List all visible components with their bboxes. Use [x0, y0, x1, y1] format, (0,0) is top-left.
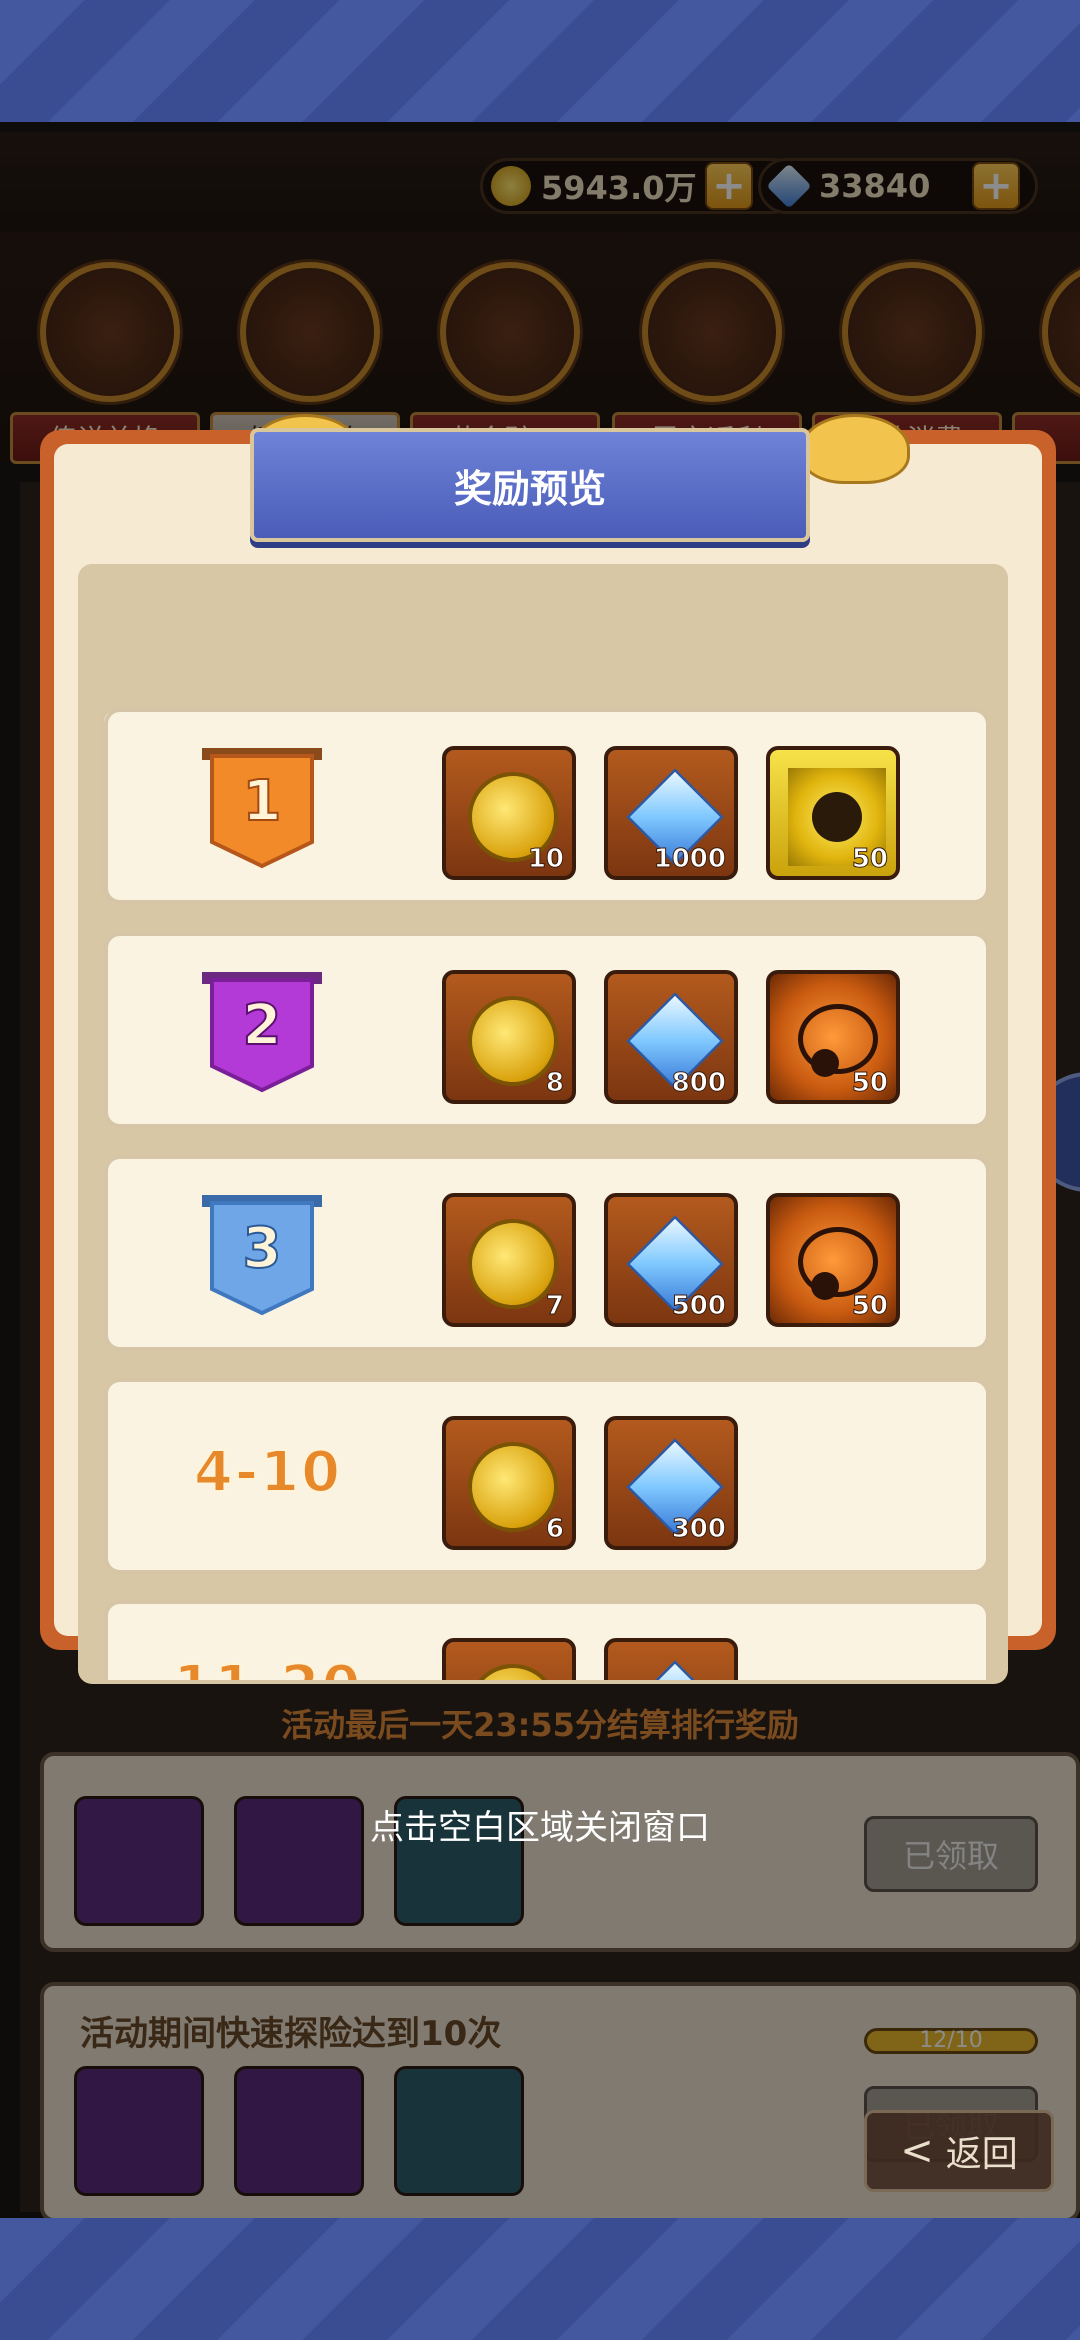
rank-range: 11-20	[158, 1653, 378, 1680]
reward-item[interactable]: 7	[442, 1193, 576, 1327]
gem-icon	[626, 1660, 724, 1680]
coin-icon	[468, 1219, 558, 1309]
reward-qty: 8	[545, 1068, 564, 1099]
reward-item[interactable]: 8	[442, 970, 576, 1104]
rank-2-badge-icon: 2	[202, 972, 322, 1093]
back-label: 返回	[945, 2134, 1018, 2175]
rank-number: 1	[243, 769, 282, 834]
necklace-icon	[798, 1004, 878, 1077]
reward-qty: 6	[545, 1514, 564, 1545]
reward-row-rank-1: 1 10 1000 50	[104, 708, 990, 904]
reward-qty: 50	[851, 1068, 888, 1099]
reward-item[interactable]	[604, 1638, 738, 1680]
top-frame	[0, 0, 1080, 122]
rank-number: 2	[243, 993, 282, 1058]
coin-icon	[468, 1664, 558, 1680]
reward-item[interactable]: 500	[604, 1193, 738, 1327]
reward-item[interactable]: 50	[766, 1193, 900, 1327]
reward-item[interactable]: 50	[766, 746, 900, 880]
reward-item[interactable]: 50	[766, 970, 900, 1104]
right-wing-decoration	[800, 414, 910, 484]
reward-item[interactable]: 10	[442, 746, 576, 880]
reward-row-rank-11-20: 11-20	[104, 1600, 990, 1680]
reward-qty: 500	[671, 1291, 726, 1322]
bottom-frame	[0, 2218, 1080, 2340]
reward-row-rank-2: 2 8 800 50	[104, 932, 990, 1128]
reward-item[interactable]: 6	[442, 1416, 576, 1550]
reward-row-rank-4-10: 4-10 6 300	[104, 1378, 990, 1574]
reward-item[interactable]: 800	[604, 970, 738, 1104]
reward-row-clip: 11-20	[104, 1600, 990, 1680]
settlement-note: 活动最后一天23:55分结算排行奖励	[281, 1706, 799, 1744]
reward-qty: 50	[851, 1291, 888, 1322]
reward-item[interactable]: 1000	[604, 746, 738, 880]
reward-row-rank-3: 3 7 500 50	[104, 1155, 990, 1351]
modal-title: 奖励预览	[250, 428, 810, 542]
coin-icon	[468, 1442, 558, 1532]
reward-qty: 10	[527, 844, 564, 875]
reward-qty: 50	[851, 844, 888, 875]
reward-item[interactable]: 300	[604, 1416, 738, 1550]
back-button[interactable]: < 返回	[864, 2110, 1054, 2192]
rank-3-badge-icon: 3	[202, 1195, 322, 1316]
necklace-icon	[798, 1227, 878, 1300]
back-arrow-icon: <	[900, 2128, 934, 2174]
reward-qty: 7	[545, 1291, 564, 1322]
reward-qty: 300	[671, 1514, 726, 1545]
reward-qty: 800	[671, 1068, 726, 1099]
reward-qty: 1000	[653, 844, 726, 875]
rank-1-badge-icon: 1	[202, 748, 322, 869]
close-hint: 点击空白区域关闭窗口	[370, 1808, 710, 1848]
rank-range: 4-10	[193, 1439, 343, 1506]
rank-number: 3	[243, 1216, 282, 1281]
coin-icon	[468, 996, 558, 1086]
reward-item[interactable]	[442, 1638, 576, 1680]
